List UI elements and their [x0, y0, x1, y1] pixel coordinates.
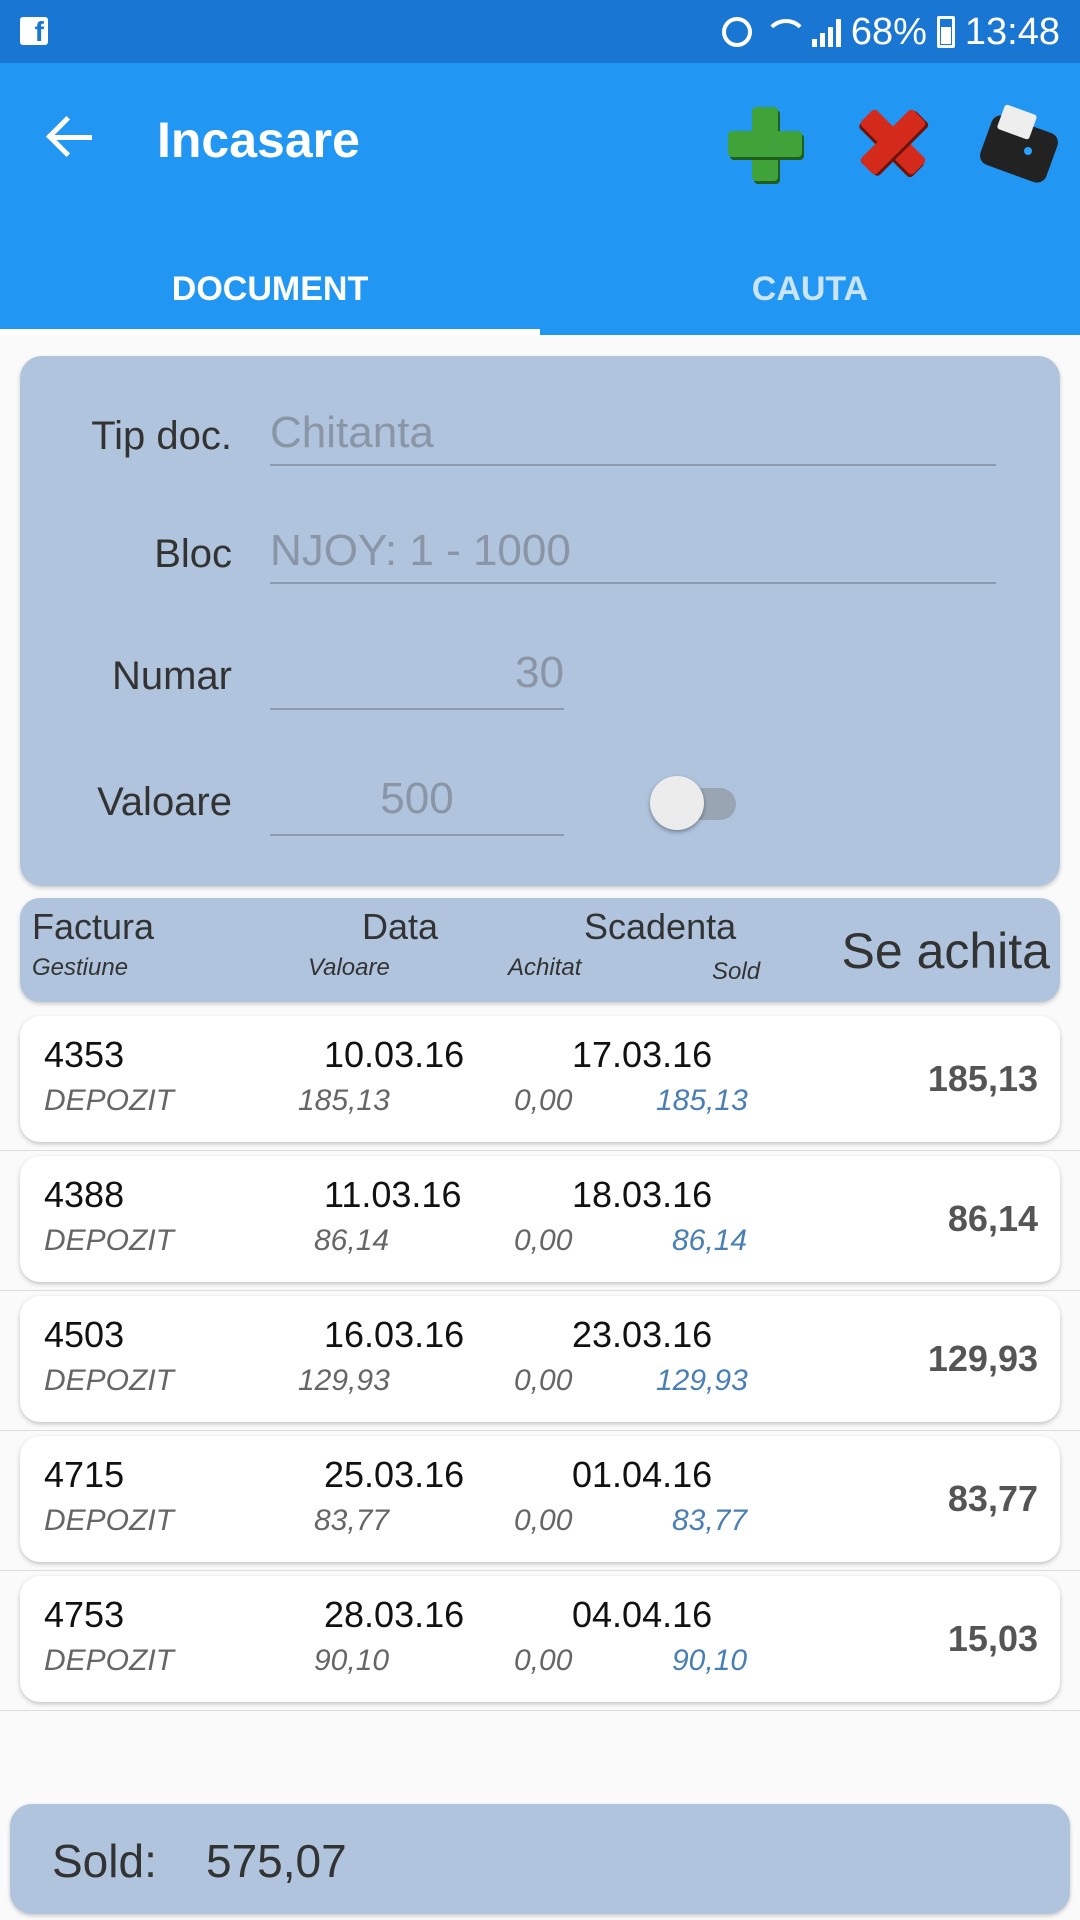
row-gestiune: DEPOZIT: [44, 1504, 175, 1537]
row-achitat: 0,00: [514, 1084, 573, 1117]
invoice-row[interactable]: 4353 DEPOZIT 10.03.16 185,13 17.03.16 0,…: [20, 1016, 1060, 1142]
row-separator: [0, 1570, 1080, 1571]
row-se-achita[interactable]: 83,77: [948, 1478, 1038, 1520]
header-factura: Factura: [32, 906, 155, 947]
row-data: 25.03.16: [324, 1454, 465, 1495]
row-factura: 4353: [44, 1034, 125, 1075]
invoice-row[interactable]: 4715 DEPOZIT 25.03.16 83,77 01.04.16 0,0…: [20, 1436, 1060, 1562]
printer-led: [1024, 147, 1032, 155]
battery-percent: 68%: [850, 10, 927, 53]
facebook-notification-icon: f: [20, 17, 48, 45]
header-gestiune: Gestiune: [32, 954, 129, 981]
invoice-list-header: Factura Gestiune Data Valoare Scadenta A…: [20, 898, 1060, 1002]
row-valoare: 83,77: [314, 1504, 390, 1537]
row-data: 11.03.16: [324, 1174, 462, 1215]
valoare-toggle-thumb[interactable]: [650, 776, 704, 830]
invoice-row[interactable]: 4503 DEPOZIT 16.03.16 129,93 23.03.16 0,…: [20, 1296, 1060, 1422]
row-sold: 86,14: [672, 1224, 748, 1257]
delete-x-icon[interactable]: [852, 103, 932, 183]
header-data: Data: [362, 906, 439, 947]
numar-field[interactable]: 30: [270, 648, 564, 710]
row-achitat: 0,00: [514, 1224, 573, 1257]
alarm-icon: [721, 17, 752, 47]
header-se-achita: Se achita: [841, 923, 1050, 979]
row-data: 28.03.16: [324, 1594, 465, 1635]
row-sold: 83,77: [672, 1504, 748, 1537]
wifi-icon: [762, 17, 808, 47]
app-bar: Incasare DOCUMENT CAUTA: [0, 63, 1080, 335]
row-factura: 4503: [44, 1314, 125, 1355]
battery-icon: [936, 16, 955, 48]
page-title: Incasare: [157, 112, 360, 168]
row-factura: 4388: [44, 1174, 125, 1215]
document-form: Tip doc. Chitanta Bloc NJOY: 1 - 1000 Nu…: [20, 356, 1060, 886]
row-valoare: 129,93: [298, 1364, 390, 1397]
row-valoare: 185,13: [298, 1084, 390, 1117]
row-scadenta: 01.04.16: [572, 1454, 713, 1495]
row-data: 16.03.16: [324, 1314, 465, 1355]
row-valoare: 90,10: [314, 1644, 390, 1677]
row-factura: 4715: [44, 1454, 125, 1495]
row-sold: 129,93: [656, 1364, 748, 1397]
row-gestiune: DEPOZIT: [44, 1224, 175, 1257]
row-se-achita[interactable]: 185,13: [928, 1058, 1038, 1100]
row-scadenta: 17.03.16: [572, 1034, 713, 1075]
tab-cauta[interactable]: CAUTA: [540, 243, 1080, 335]
row-sold: 185,13: [656, 1084, 748, 1117]
row-separator: [0, 1710, 1080, 1711]
row-factura: 4753: [44, 1594, 125, 1635]
row-separator: [0, 1150, 1080, 1151]
printer-icon[interactable]: [977, 103, 1061, 186]
tab-indicator: [0, 329, 540, 335]
status-icons: 68% 13:48: [721, 10, 1060, 54]
clock: 13:48: [964, 10, 1060, 53]
row-achitat: 0,00: [514, 1504, 573, 1537]
tip-doc-label: Tip doc.: [91, 414, 232, 458]
header-sold: Sold: [712, 958, 761, 985]
row-se-achita[interactable]: 15,03: [948, 1618, 1038, 1660]
row-achitat: 0,00: [514, 1644, 573, 1677]
sold-label: Sold:: [52, 1835, 157, 1887]
header-scadenta: Scadenta: [584, 906, 737, 947]
tab-document[interactable]: DOCUMENT: [0, 243, 540, 335]
valoare-label: Valoare: [97, 780, 232, 824]
row-gestiune: DEPOZIT: [44, 1644, 175, 1677]
row-scadenta: 04.04.16: [572, 1594, 713, 1635]
row-gestiune: DEPOZIT: [44, 1084, 175, 1117]
invoice-row[interactable]: 4388 DEPOZIT 11.03.16 86,14 18.03.16 0,0…: [20, 1156, 1060, 1282]
bloc-label: Bloc: [154, 532, 232, 576]
invoice-row[interactable]: 4753 DEPOZIT 28.03.16 90,10 04.04.16 0,0…: [20, 1576, 1060, 1702]
row-separator: [0, 1290, 1080, 1291]
row-valoare: 86,14: [314, 1224, 390, 1257]
header-achitat: Achitat: [508, 954, 582, 981]
numar-label: Numar: [111, 654, 232, 698]
row-scadenta: 23.03.16: [572, 1314, 713, 1355]
sold-total: 575,07: [206, 1835, 347, 1887]
status-bar: f 68% 13:48: [0, 0, 1080, 63]
row-separator: [0, 1430, 1080, 1431]
row-se-achita[interactable]: 86,14: [948, 1198, 1038, 1240]
row-gestiune: DEPOZIT: [44, 1364, 175, 1397]
row-sold: 90,10: [672, 1644, 748, 1677]
header-valoare: Valoare: [308, 954, 390, 981]
tip-doc-field[interactable]: Chitanta: [270, 408, 996, 466]
sold-footer: Sold: 575,07: [10, 1804, 1070, 1914]
signal-icon: [811, 17, 841, 47]
row-se-achita[interactable]: 129,93: [928, 1338, 1038, 1380]
row-achitat: 0,00: [514, 1364, 573, 1397]
row-data: 10.03.16: [324, 1034, 465, 1075]
valoare-field[interactable]: 500: [270, 774, 564, 836]
add-plus-icon[interactable]: [724, 103, 804, 183]
back-arrow-icon[interactable]: [40, 105, 104, 169]
row-scadenta: 18.03.16: [572, 1174, 713, 1215]
bloc-field[interactable]: NJOY: 1 - 1000: [270, 526, 996, 584]
